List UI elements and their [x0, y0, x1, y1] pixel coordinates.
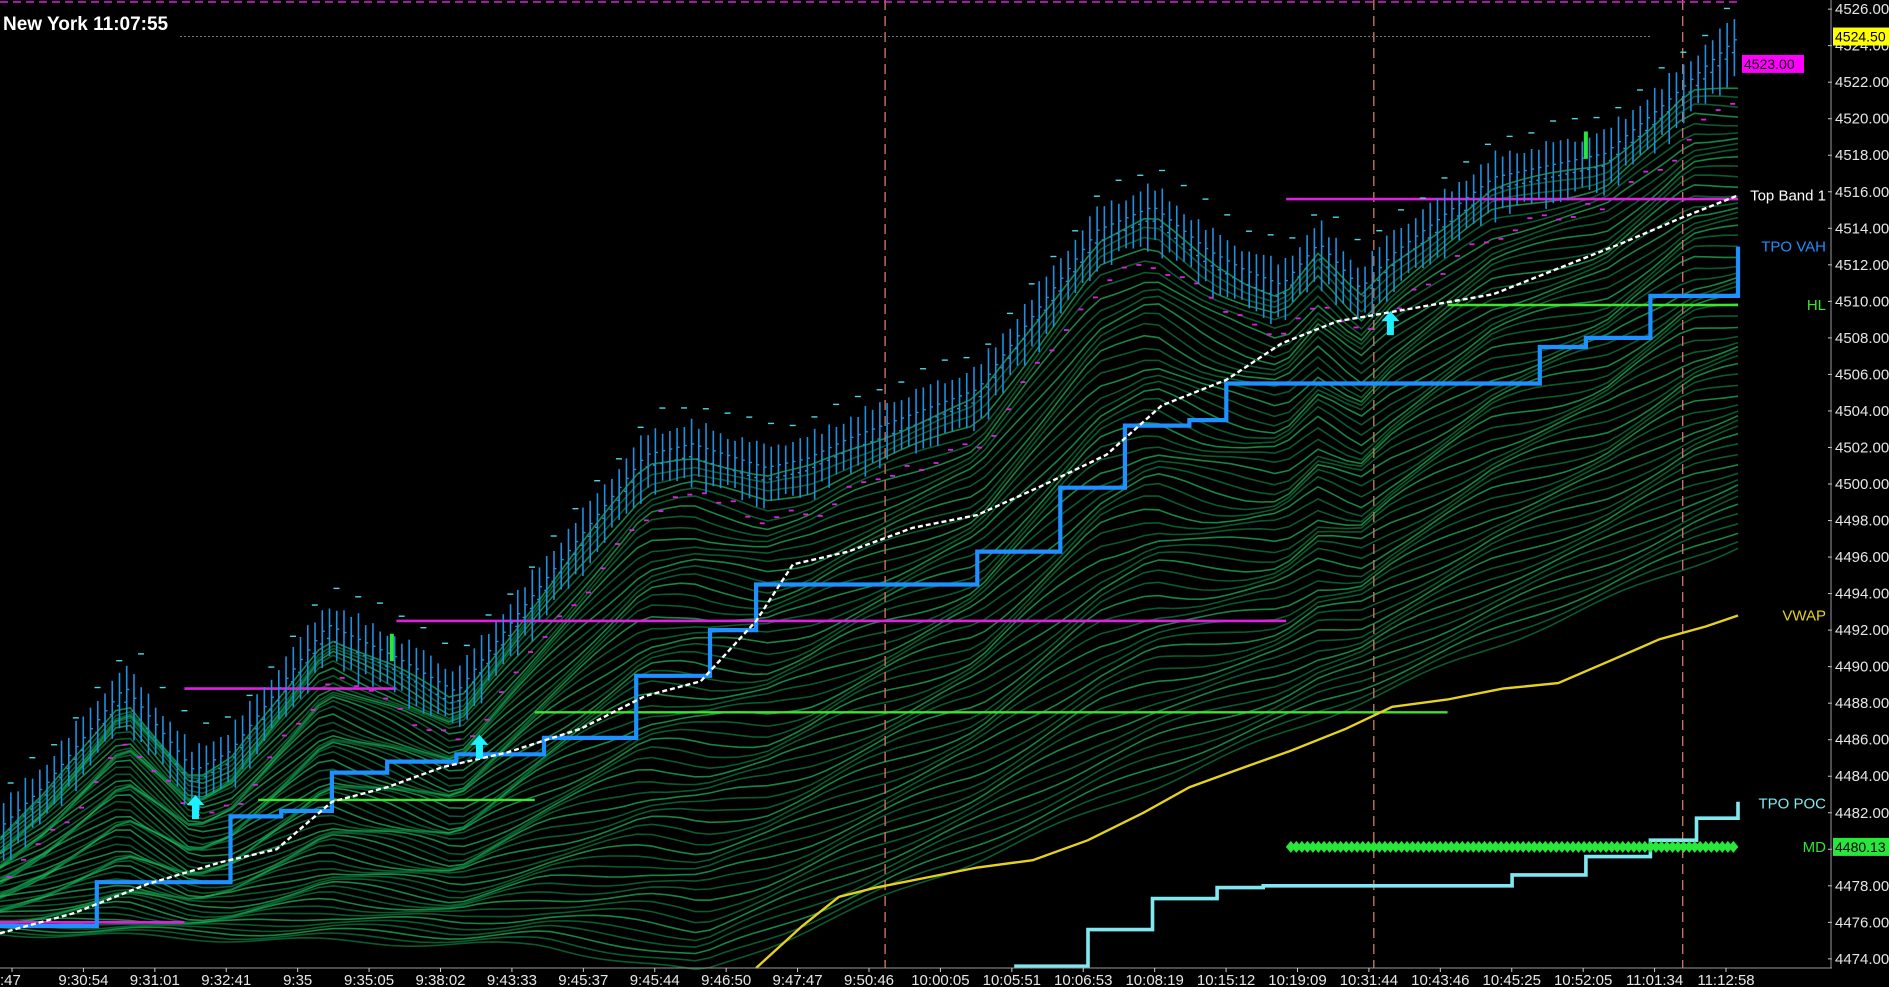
y-tick-label: 4504.00	[1835, 403, 1889, 420]
line-label: VWAP	[1782, 608, 1826, 625]
x-tick-label: 9:43:33	[487, 972, 537, 987]
price-tag-label: 4480.13	[1835, 839, 1886, 855]
x-tick-label: :47	[0, 972, 21, 987]
y-tick-label: 4494.00	[1835, 586, 1889, 603]
y-tick-label: 4490.00	[1835, 659, 1889, 676]
y-tick-label: 4474.00	[1835, 951, 1889, 968]
x-tick-label: 10:08:19	[1125, 972, 1183, 987]
y-tick-label: 4510.00	[1835, 293, 1889, 310]
x-tick-label: 10:19:09	[1268, 972, 1326, 987]
y-tick-label: 4500.00	[1835, 476, 1889, 493]
x-tick-label: 10:05:51	[983, 972, 1041, 987]
y-tick-label: 4488.00	[1835, 695, 1889, 712]
y-tick-label: 4518.00	[1835, 147, 1889, 164]
y-tick-label: 4506.00	[1835, 366, 1889, 383]
x-tick-label: 10:00:05	[911, 972, 969, 987]
y-tick-label: 4478.00	[1835, 878, 1889, 895]
x-tick-label: 9:32:41	[201, 972, 251, 987]
chart-svg[interactable]: Top Band 1 TPO VAH HL VWAP TPO POC MD 4474.00…	[0, 0, 1889, 987]
x-tick-label: 9:50:46	[844, 972, 894, 987]
y-tick-label: 4526.00	[1835, 1, 1889, 18]
y-tick-label: 4482.00	[1835, 805, 1889, 822]
y-tick-label: 4514.00	[1835, 220, 1889, 237]
y-tick-label: 4516.00	[1835, 184, 1889, 201]
line-label: Top Band 1	[1750, 187, 1826, 204]
y-tick-label: 4512.00	[1835, 257, 1889, 274]
x-tick-label: 11:01:34	[1626, 972, 1683, 987]
x-tick-label: 10:31:44	[1340, 972, 1398, 987]
x-tick-label: 9:45:37	[558, 972, 608, 987]
y-tick-label: 4486.00	[1835, 732, 1889, 749]
y-tick-label: 4492.00	[1835, 622, 1889, 639]
x-tick-label: 9:35	[283, 972, 312, 987]
y-tick-label: 4496.00	[1835, 549, 1889, 566]
x-tick-label: 9:45:44	[630, 972, 680, 987]
line-label: TPO POC	[1758, 796, 1826, 813]
x-tick-label: 10:43:46	[1411, 972, 1469, 987]
clock-label: New York 11:07:55	[3, 14, 169, 35]
x-tick-label: 10:45:25	[1483, 972, 1541, 987]
x-tick-label: 9:35:05	[344, 972, 394, 987]
y-tick-label: 4498.00	[1835, 513, 1889, 530]
x-tick-label: 10:15:12	[1197, 972, 1255, 987]
line-label: TPO VAH	[1761, 239, 1826, 256]
line-label: HL	[1807, 297, 1826, 314]
price-tag-label: 4524.50	[1835, 29, 1886, 45]
x-tick-label: 9:47:47	[773, 972, 823, 987]
line-label: MD	[1803, 839, 1826, 856]
x-tick-label: 11:12:58	[1697, 972, 1754, 987]
x-tick-label: 10:06:53	[1054, 972, 1112, 987]
y-tick-label: 4522.00	[1835, 74, 1889, 91]
x-tick-label: 9:46:50	[701, 972, 751, 987]
y-tick-label: 4520.00	[1835, 111, 1889, 128]
y-tick-label: 4484.00	[1835, 768, 1889, 785]
x-tick-label: 10:52:05	[1554, 972, 1612, 987]
price-tag-label: 4523.00	[1744, 56, 1795, 72]
x-tick-label: 9:30:54	[58, 972, 108, 987]
y-tick-label: 4502.00	[1835, 439, 1889, 456]
y-tick-label: 4476.00	[1835, 914, 1889, 931]
y-tick-label: 4508.00	[1835, 330, 1889, 347]
x-tick-label: 9:31:01	[130, 972, 180, 987]
x-tick-label: 9:38:02	[415, 972, 465, 987]
